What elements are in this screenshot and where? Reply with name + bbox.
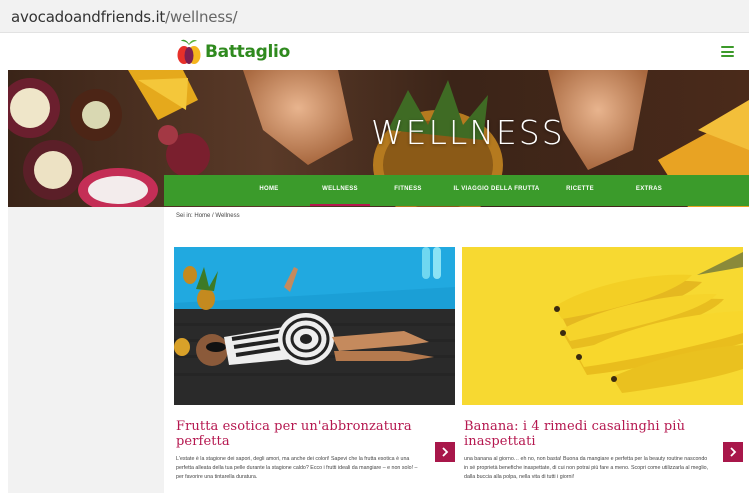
breadcrumb-current: Wellness xyxy=(215,213,240,219)
article-title-link[interactable]: Banana: i 4 rimedi casalinghi più inaspe… xyxy=(464,419,714,449)
article-title-link[interactable]: Frutta esotica per un'abbronzatura perfe… xyxy=(176,419,426,449)
chevron-right-icon xyxy=(442,447,449,457)
nav-item-extras[interactable]: EXTRAS xyxy=(629,175,669,206)
article-excerpt: una banana al giorno… eh no, non basta! … xyxy=(464,456,709,480)
left-sidebar-area xyxy=(8,207,164,493)
nav-item-home[interactable]: HOME xyxy=(252,175,286,206)
brand-name: Battaglio xyxy=(205,42,290,62)
article-image-link[interactable] xyxy=(174,247,455,405)
hero-title: WELLNESS xyxy=(371,113,565,152)
nav-item-wellness[interactable]: WELLNESS xyxy=(310,175,370,206)
url-path: /wellness/ xyxy=(165,8,238,26)
article-image-link[interactable] xyxy=(462,247,743,405)
breadcrumb: Sei in: Home / Wellness xyxy=(176,213,240,219)
url-text[interactable]: avocadoandfriends.it/wellness/ xyxy=(11,8,238,26)
woman-sunbathing-poolside-image xyxy=(174,247,455,405)
article-excerpt: L'estate è la stagione dei sapori, degli… xyxy=(176,456,418,480)
nav-item-ricette[interactable]: RICETTE xyxy=(560,175,600,206)
breadcrumb-prefix: Sei in: xyxy=(176,213,193,219)
read-more-button[interactable] xyxy=(435,442,455,462)
main-navigation: HOME WELLNESS FITNESS IL VIAGGIO DELLA F… xyxy=(164,175,749,206)
address-bar[interactable]: avocadoandfriends.it/wellness/ xyxy=(0,0,749,33)
nav-item-viaggio-frutta[interactable]: IL VIAGGIO DELLA FRUTTA xyxy=(449,175,544,206)
bananas-yellow-background-image xyxy=(462,247,743,405)
fruit-logo-icon xyxy=(177,39,201,64)
breadcrumb-home-link[interactable]: Home xyxy=(194,213,210,219)
read-more-button[interactable] xyxy=(723,442,743,462)
site-header: Battaglio xyxy=(8,33,749,70)
nav-item-fitness[interactable]: FITNESS xyxy=(389,175,427,206)
chevron-right-icon xyxy=(730,447,737,457)
breadcrumb-separator: / xyxy=(212,213,214,219)
hamburger-menu-icon[interactable] xyxy=(721,46,734,57)
url-domain: avocadoandfriends.it xyxy=(11,8,166,26)
site-logo[interactable]: Battaglio xyxy=(176,37,290,67)
